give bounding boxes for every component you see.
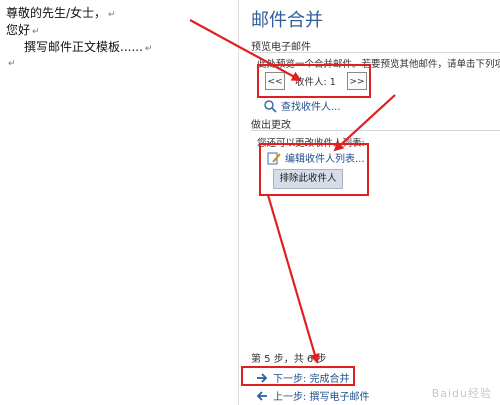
section-divider	[251, 52, 500, 53]
previous-step-link[interactable]: 上一步: 撰写电子邮件	[255, 388, 370, 403]
step-indicator: 第 5 步，共 6 步	[251, 354, 327, 365]
preview-section-label: 预览电子邮件	[251, 42, 311, 53]
pane-title: 邮件合并	[251, 10, 323, 31]
watermark: Baidu经验	[431, 387, 492, 400]
find-recipient-link[interactable]: 查找收件人...	[263, 98, 341, 113]
doc-line-hello: 您好 ↵	[6, 23, 40, 37]
doc-line-greeting: 尊敬的先生/女士， ↵	[6, 6, 116, 20]
highlight-edit-exclude	[259, 143, 369, 196]
document-body[interactable]: 尊敬的先生/女士， ↵ 您好 ↵ 撰写邮件正文模板...... ↵ ↵	[0, 0, 238, 405]
changes-section-label: 做出更改	[251, 120, 291, 131]
search-icon	[263, 99, 277, 113]
arrow-left-icon	[255, 389, 269, 403]
doc-line-template: 撰写邮件正文模板...... ↵	[24, 40, 153, 54]
doc-line-empty: ↵	[8, 59, 16, 69]
mail-merge-pane: 邮件合并 预览电子邮件 此处预览一个合并邮件。若要预览其他邮件，请单击下列项 <…	[239, 0, 500, 405]
highlight-next-step	[241, 366, 355, 386]
highlight-recipient-nav	[257, 64, 371, 98]
section-divider	[251, 130, 500, 131]
